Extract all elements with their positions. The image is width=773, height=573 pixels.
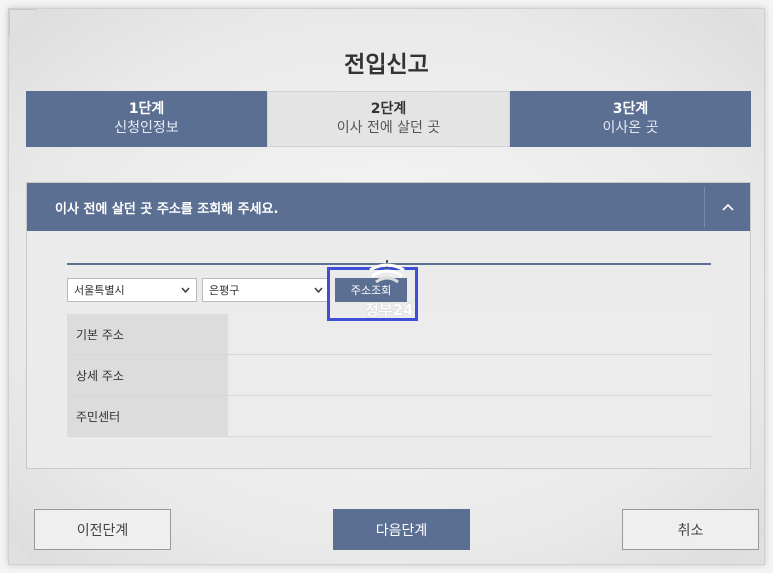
step-number: 3단계 [612, 101, 649, 117]
cancel-button[interactable]: 취소 [622, 509, 759, 550]
row-value [228, 355, 712, 395]
district-select[interactable]: 은평구 [202, 278, 330, 302]
row-label: 주민센터 [67, 396, 228, 436]
step-indicator: 1단계 신청인정보 2단계 이사 전에 살던 곳 3단계 이사온 곳 [26, 91, 751, 147]
gov24-logo-icon [369, 260, 405, 284]
table-row: 상세 주소 [67, 355, 712, 396]
step-label: 이사 전에 살던 곳 [336, 120, 441, 136]
next-step-button[interactable]: 다음단계 [333, 509, 470, 550]
step-label: 신청인정보 [114, 120, 179, 136]
step-2: 2단계 이사 전에 살던 곳 [267, 91, 510, 147]
row-label: 상세 주소 [67, 355, 228, 395]
panel-heading: 이사 전에 살던 곳 주소를 조회해 주세요. [55, 201, 279, 217]
chevron-down-icon [181, 287, 190, 293]
step-number: 2단계 [370, 101, 407, 117]
previous-step-button[interactable]: 이전단계 [34, 509, 171, 550]
corner-decoration [9, 536, 37, 564]
district-select-value: 은평구 [209, 284, 240, 297]
corner-decoration [9, 9, 37, 37]
row-label: 기본 주소 [67, 314, 228, 354]
corner-decoration [736, 9, 764, 37]
collapse-button[interactable] [704, 187, 750, 227]
chevron-up-icon [721, 203, 734, 211]
chevron-down-icon [314, 287, 323, 293]
address-panel: 이사 전에 살던 곳 주소를 조회해 주세요. 서울특별시 은평구 주소조회 기… [26, 182, 751, 469]
gov24-logo-text: 정부24 [365, 301, 414, 319]
step-1: 1단계 신청인정보 [26, 91, 267, 147]
address-table: 기본 주소 상세 주소 주민센터 [67, 314, 712, 437]
table-row: 주민센터 [67, 396, 712, 437]
step-number: 1단계 [128, 101, 165, 117]
step-3: 3단계 이사온 곳 [510, 91, 751, 147]
panel-header: 이사 전에 살던 곳 주소를 조회해 주세요. [27, 183, 750, 231]
row-value [228, 314, 712, 354]
page-title: 전입신고 [344, 52, 429, 78]
step-label: 이사온 곳 [602, 120, 659, 136]
row-value [228, 396, 712, 436]
city-select[interactable]: 서울특별시 [67, 278, 197, 302]
gov24-highlight-box: 정부24 [327, 260, 418, 321]
city-select-value: 서울특별시 [74, 284, 125, 297]
